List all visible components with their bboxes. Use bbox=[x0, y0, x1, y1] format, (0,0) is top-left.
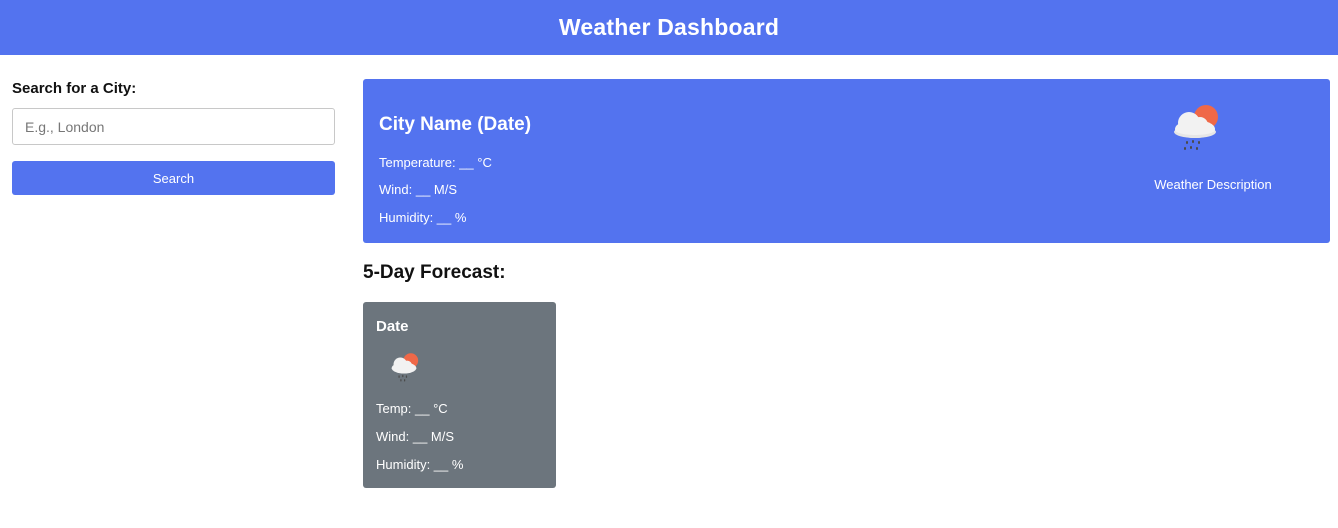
cloud-rain-sun-icon bbox=[1169, 103, 1218, 155]
cloud-rain-sun-icon bbox=[388, 352, 420, 384]
current-temperature: Temperature: __ °C bbox=[379, 155, 492, 170]
current-wind: Wind: __ M/S bbox=[379, 182, 458, 197]
forecast-temp: Temp: __ °C bbox=[376, 401, 448, 416]
current-humidity: Humidity: __ % bbox=[379, 210, 467, 225]
forecast-heading: 5-Day Forecast: bbox=[363, 262, 506, 283]
city-heading: City Name (Date) bbox=[379, 114, 532, 135]
forecast-card: Date Temp: __ °C Wind: __ M/S Humidity: … bbox=[363, 302, 556, 488]
forecast-humidity: Humidity: __ % bbox=[376, 457, 464, 472]
page-title: Weather Dashboard bbox=[558, 14, 780, 40]
search-button[interactable]: Search bbox=[12, 161, 335, 195]
weather-description: Weather Description bbox=[1154, 177, 1272, 192]
search-label: Search for a City: bbox=[12, 80, 137, 97]
forecast-wind: Wind: __ M/S bbox=[376, 429, 455, 444]
app-header: Weather Dashboard bbox=[0, 0, 1338, 55]
city-search-input[interactable] bbox=[12, 108, 335, 145]
search-panel: Search for a City: Search bbox=[12, 79, 335, 195]
forecast-date: Date bbox=[376, 318, 409, 335]
current-weather-card: City Name (Date) Temperature: __ °C Wind… bbox=[363, 79, 1330, 243]
